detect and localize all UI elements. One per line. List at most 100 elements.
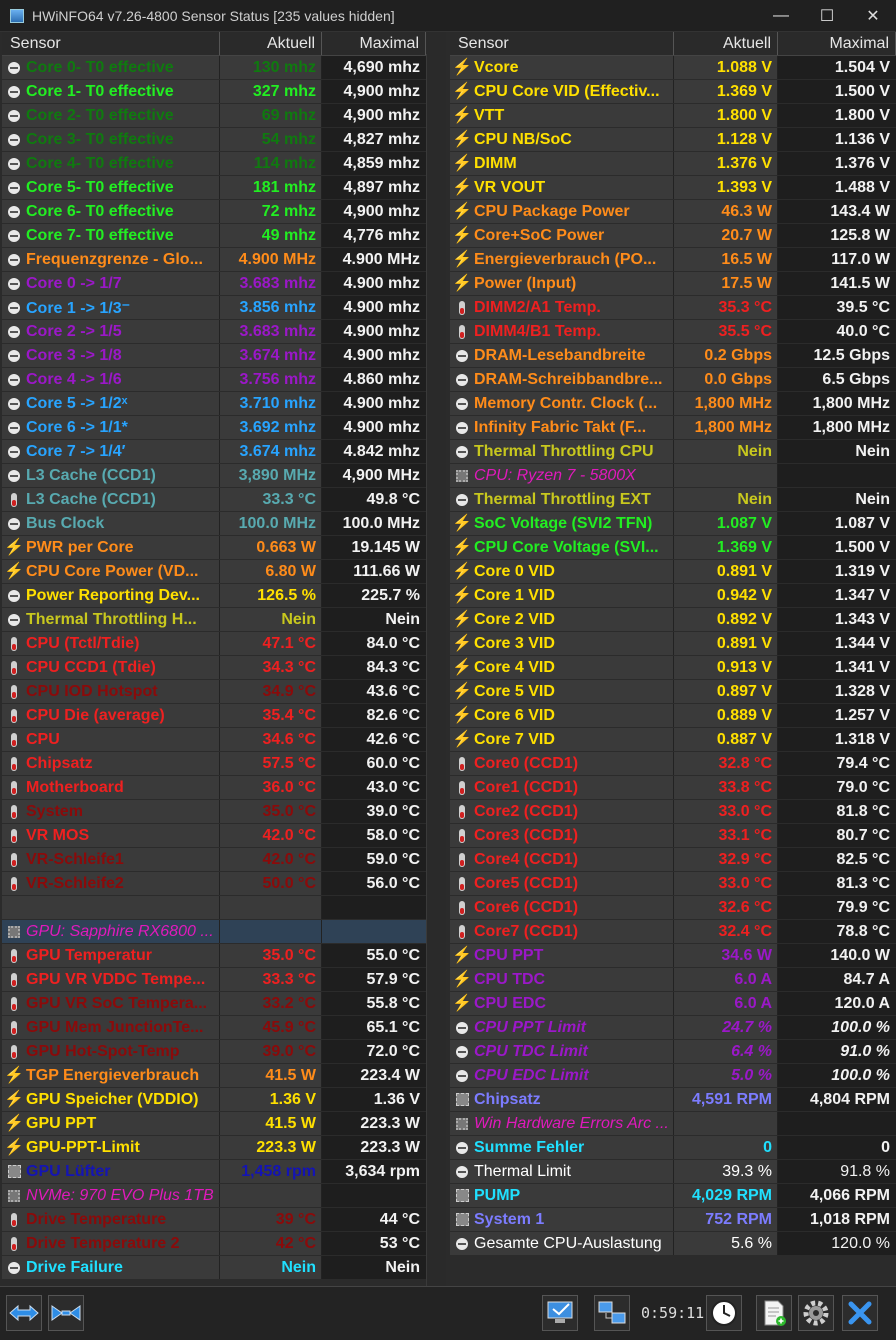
sensor-row[interactable]: Drive Temperature 2 42 °C 53 °C: [2, 1232, 446, 1256]
sensor-row[interactable]: CPU PPT Limit 24.7 % 100.0 %: [450, 1016, 896, 1040]
sensor-row[interactable]: Infinity Fabric Takt (F... 1,800 MHz 1,800…: [450, 416, 896, 440]
sensor-row[interactable]: L3 Cache (CCD1) 33.3 °C 49.8 °C: [2, 488, 446, 512]
scrollbar-left[interactable]: [426, 54, 446, 1286]
sensor-row[interactable]: CPU CCD1 (Tdie) 34.3 °C 84.3 °C: [2, 656, 446, 680]
sensor-row[interactable]: L3 Cache (CCD1) 3,890 MHz 4,900 MHz: [2, 464, 446, 488]
header-current[interactable]: Aktuell: [674, 32, 778, 55]
sensor-group-header[interactable]: NVMe: 970 EVO Plus 1TB: [2, 1184, 446, 1208]
sensor-row[interactable]: ⚡ CPU PPT 34.6 W 140.0 W: [450, 944, 896, 968]
sensor-row[interactable]: Core 1- T0 effective 327 mhz 4,900 mhz: [2, 80, 446, 104]
sensor-row[interactable]: Drive Failure Nein Nein: [2, 1256, 446, 1280]
sensor-row[interactable]: System 1 752 RPM 1,018 RPM: [450, 1208, 896, 1232]
sensor-row[interactable]: CPU 34.6 °C 42.6 °C: [2, 728, 446, 752]
sensor-row[interactable]: Chipsatz 57.5 °C 60.0 °C: [2, 752, 446, 776]
sensor-row[interactable]: CPU Die (average) 35.4 °C 82.6 °C: [2, 704, 446, 728]
header-max[interactable]: Maximal: [778, 32, 896, 55]
sensor-row[interactable]: Power Reporting Dev... 126.5 % 225.7 %: [2, 584, 446, 608]
sensor-row[interactable]: Bus Clock 100.0 MHz 100.0 MHz: [2, 512, 446, 536]
sensor-row[interactable]: Core 6- T0 effective 72 mhz 4,900 mhz: [2, 200, 446, 224]
sensor-row[interactable]: ⚡ CPU TDC 6.0 A 84.7 A: [450, 968, 896, 992]
sensor-row[interactable]: Core 3 -> 1/8 3.674 mhz 4.900 mhz: [2, 344, 446, 368]
minimize-button[interactable]: —: [758, 0, 804, 32]
sensor-row[interactable]: Core 4- T0 effective 114 mhz 4,859 mhz: [2, 152, 446, 176]
sensor-group-header[interactable]: CPU: Ryzen 7 - 5800X: [450, 464, 896, 488]
sensor-row[interactable]: ⚡ TGP Energieverbrauch 41.5 W 223.4 W: [2, 1064, 446, 1088]
sensor-row[interactable]: Memory Contr. Clock (... 1,800 MHz 1,800 M…: [450, 392, 896, 416]
sensor-row[interactable]: Core 7 -> 1/4′ 3.674 mhz 4.842 mhz: [2, 440, 446, 464]
sensor-row[interactable]: Core0 (CCD1) 32.8 °C 79.4 °C: [450, 752, 896, 776]
header-sensor[interactable]: Sensor: [450, 32, 674, 55]
header-sensor[interactable]: Sensor: [2, 32, 220, 55]
sensor-row[interactable]: ⚡ CPU Core Power (VD... 6.80 W 111.66 W: [2, 560, 446, 584]
sensor-row[interactable]: CPU EDC Limit 5.0 % 100.0 %: [450, 1064, 896, 1088]
header-current[interactable]: Aktuell: [220, 32, 322, 55]
report-monitor-icon[interactable]: [542, 1295, 578, 1331]
sensor-row[interactable]: Core6 (CCD1) 32.6 °C 79.9 °C: [450, 896, 896, 920]
sensor-row[interactable]: Thermal Throttling EXT Nein Nein: [450, 488, 896, 512]
sensor-row[interactable]: CPU (Tctl/Tdie) 47.1 °C 84.0 °C: [2, 632, 446, 656]
log-file-icon[interactable]: [756, 1295, 792, 1331]
header-max[interactable]: Maximal: [322, 32, 426, 55]
sensor-row[interactable]: Core 2 -> 1/5 3.683 mhz 4.900 mhz: [2, 320, 446, 344]
sensor-row[interactable]: Core5 (CCD1) 33.0 °C 81.3 °C: [450, 872, 896, 896]
sensor-row[interactable]: Core 7- T0 effective 49 mhz 4,776 mhz: [2, 224, 446, 248]
sensor-row[interactable]: ⚡ Core 4 VID 0.913 V 1.341 V: [450, 656, 896, 680]
sensor-row[interactable]: DRAM-Lesebandbreite 0.2 Gbps 12.5 Gbps: [450, 344, 896, 368]
sensor-row[interactable]: GPU Lüfter 1,458 rpm 3,634 rpm: [2, 1160, 446, 1184]
sensor-row[interactable]: Core3 (CCD1) 33.1 °C 80.7 °C: [450, 824, 896, 848]
sensor-row[interactable]: ⚡ Core 2 VID 0.892 V 1.343 V: [450, 608, 896, 632]
sensor-row[interactable]: ⚡ DIMM 1.376 V 1.376 V: [450, 152, 896, 176]
sensor-row[interactable]: ⚡ CPU NB/SoC 1.128 V 1.136 V: [450, 128, 896, 152]
sensor-row[interactable]: Core 1 -> 1/3⁻ 3.856 mhz 4.900 mhz: [2, 296, 446, 320]
sensor-row[interactable]: ⚡ CPU Package Power 46.3 W 143.4 W: [450, 200, 896, 224]
sensor-row[interactable]: ⚡ Core 3 VID 0.891 V 1.344 V: [450, 632, 896, 656]
sensor-row[interactable]: ⚡ Core 7 VID 0.887 V 1.318 V: [450, 728, 896, 752]
sensor-row[interactable]: Core 4 -> 1/6 3.756 mhz 4.860 mhz: [2, 368, 446, 392]
sensor-row[interactable]: Chipsatz 4,591 RPM 4,804 RPM: [450, 1088, 896, 1112]
sensor-row[interactable]: ⚡ Core 5 VID 0.897 V 1.328 V: [450, 680, 896, 704]
sensor-row[interactable]: Frequenzgrenze - Glo... 4.900 MHz 4.900 MH…: [2, 248, 446, 272]
sensor-row[interactable]: ⚡ Energieverbrauch (PO... 16.5 W 117.0 W: [450, 248, 896, 272]
network-icon[interactable]: [594, 1295, 630, 1331]
sensor-row[interactable]: Drive Temperature 39 °C 44 °C: [2, 1208, 446, 1232]
sensor-row[interactable]: CPU TDC Limit 6.4 % 91.0 %: [450, 1040, 896, 1064]
sensor-row[interactable]: ⚡ Vcore 1.088 V 1.504 V: [450, 56, 896, 80]
sensor-row[interactable]: DRAM-Schreibbandbre... 0.0 Gbps 6.5 Gbps: [450, 368, 896, 392]
sensor-row[interactable]: DIMM2/A1 Temp. 35.3 °C 39.5 °C: [450, 296, 896, 320]
sensor-row[interactable]: ⚡ GPU PPT 41.5 W 223.3 W: [2, 1112, 446, 1136]
nav-collapse-icon[interactable]: [48, 1295, 84, 1331]
sensor-row[interactable]: Gesamte CPU-Auslastung 5.6 % 120.0 %: [450, 1232, 896, 1256]
sensor-row[interactable]: ⚡ Core+SoC Power 20.7 W 125.8 W: [450, 224, 896, 248]
close-x-icon[interactable]: [842, 1295, 878, 1331]
sensor-row[interactable]: GPU Mem JunctionTe... 45.9 °C 65.1 °C: [2, 1016, 446, 1040]
settings-gear-icon[interactable]: [798, 1295, 834, 1331]
sensor-row[interactable]: ⚡ Core 1 VID 0.942 V 1.347 V: [450, 584, 896, 608]
sensor-group-header[interactable]: GPU: Sapphire RX6800 ...: [2, 920, 446, 944]
sensor-row[interactable]: PUMP 4,029 RPM 4,066 RPM: [450, 1184, 896, 1208]
sensor-row[interactable]: Summe Fehler 0 0: [450, 1136, 896, 1160]
sensor-row[interactable]: Core 5- T0 effective 181 mhz 4,897 mhz: [2, 176, 446, 200]
sensor-row[interactable]: CPU IOD Hotspot 34.9 °C 43.6 °C: [2, 680, 446, 704]
sensor-row[interactable]: VR MOS 42.0 °C 58.0 °C: [2, 824, 446, 848]
sensor-row[interactable]: ⚡ PWR per Core 0.663 W 19.145 W: [2, 536, 446, 560]
sensor-row[interactable]: ⚡ CPU Core Voltage (SVI... 1.369 V 1.500 V: [450, 536, 896, 560]
sensor-row[interactable]: Core 2- T0 effective 69 mhz 4,900 mhz: [2, 104, 446, 128]
sensor-row[interactable]: Motherboard 36.0 °C 43.0 °C: [2, 776, 446, 800]
sensor-row[interactable]: VR-Schleife2 50.0 °C 56.0 °C: [2, 872, 446, 896]
sensor-row[interactable]: Thermal Throttling CPU Nein Nein: [450, 440, 896, 464]
sensor-row[interactable]: Core7 (CCD1) 32.4 °C 78.8 °C: [450, 920, 896, 944]
nav-arrows-icon[interactable]: [6, 1295, 42, 1331]
close-button[interactable]: ✕: [850, 0, 896, 32]
sensor-row[interactable]: GPU VR VDDC Tempe... 33.3 °C 57.9 °C: [2, 968, 446, 992]
sensor-row[interactable]: System 35.0 °C 39.0 °C: [2, 800, 446, 824]
sensor-group-header[interactable]: Win Hardware Errors Arc ...: [450, 1112, 896, 1136]
sensor-row[interactable]: ⚡ VTT 1.800 V 1.800 V: [450, 104, 896, 128]
sensor-row[interactable]: Core 0 -> 1/7 3.683 mhz 4.900 mhz: [2, 272, 446, 296]
sensor-row[interactable]: Core2 (CCD1) 33.0 °C 81.8 °C: [450, 800, 896, 824]
sensor-row[interactable]: ⚡ CPU Core VID (Effectiv... 1.369 V 1.500 V: [450, 80, 896, 104]
sensor-row[interactable]: ⚡ Power (Input) 17.5 W 141.5 W: [450, 272, 896, 296]
sensor-row[interactable]: Core4 (CCD1) 32.9 °C 82.5 °C: [450, 848, 896, 872]
sensor-row[interactable]: Thermal Limit 39.3 % 91.8 %: [450, 1160, 896, 1184]
sensor-row[interactable]: ⚡ Core 0 VID 0.891 V 1.319 V: [450, 560, 896, 584]
sensor-row[interactable]: ⚡ SoC Voltage (SVI2 TFN) 1.087 V 1.087 V: [450, 512, 896, 536]
